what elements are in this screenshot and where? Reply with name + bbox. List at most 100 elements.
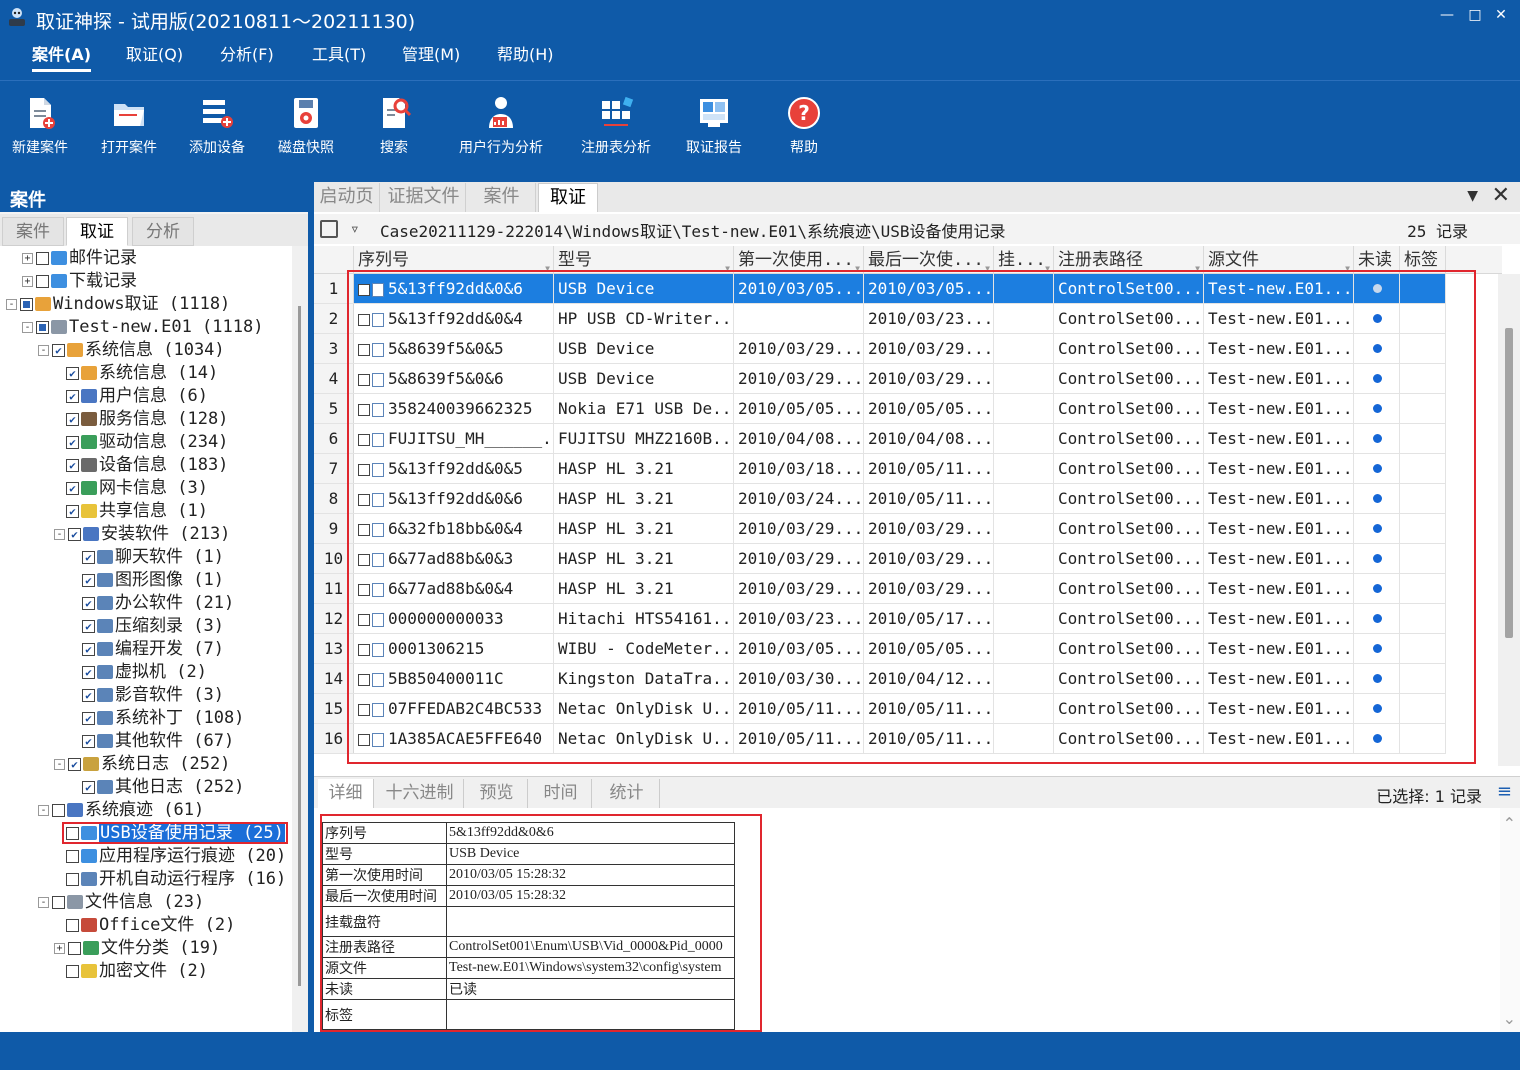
collapse-icon[interactable]: -	[54, 758, 65, 770]
tab-forensics-doc[interactable]: 取证	[538, 183, 598, 212]
tree-node[interactable]: 应用程序运行痕迹 (20)	[66, 845, 286, 867]
tree-checkbox[interactable]	[20, 297, 33, 311]
list-view-icon[interactable]: ≡	[1497, 781, 1512, 802]
tree-scrollbar[interactable]	[292, 246, 308, 1032]
menu-forensics[interactable]: 取证(Q)	[126, 44, 183, 72]
tree-checkbox[interactable]: ✔	[66, 389, 79, 403]
close-tab-icon[interactable]: ✕	[1492, 183, 1510, 208]
tree-node[interactable]: - ✔ 系统日志 (252)	[54, 753, 230, 775]
tree-checkbox[interactable]	[66, 964, 79, 978]
tree-checkbox[interactable]	[68, 941, 81, 955]
scroll-up-icon[interactable]: ⌃	[1503, 814, 1516, 833]
user-analysis-button[interactable]: 用户行为分析	[454, 95, 548, 175]
tree-node[interactable]: ✔ 共享信息 (1)	[66, 500, 208, 522]
tree-node[interactable]: 加密文件 (2)	[66, 960, 208, 982]
tab-evidence-files[interactable]: 证据文件	[382, 183, 466, 212]
disk-snapshot-button[interactable]: 磁盘快照	[272, 95, 340, 175]
tree-checkbox[interactable]	[52, 895, 65, 909]
collapse-icon[interactable]: -	[22, 321, 33, 333]
tree-node[interactable]: ✔ 用户信息 (6)	[66, 385, 208, 407]
tree-node[interactable]: - 系统痕迹 (61)	[38, 799, 204, 821]
tree-checkbox[interactable]: ✔	[82, 619, 95, 633]
expand-icon[interactable]: +	[22, 252, 33, 264]
tab-stats[interactable]: 统计	[594, 779, 660, 809]
tree-scroll-thumb[interactable]	[298, 306, 301, 986]
tree-checkbox[interactable]	[66, 849, 79, 863]
tree-checkbox[interactable]	[52, 803, 65, 817]
tree-node[interactable]: ✔ 编程开发 (7)	[82, 638, 224, 660]
export-icon[interactable]	[320, 220, 338, 238]
tree-node[interactable]: + 邮件记录	[22, 247, 137, 269]
tree-node[interactable]: ✔ 其他日志 (252)	[82, 776, 244, 798]
tree-node[interactable]: ✔ 虚拟机 (2)	[82, 661, 207, 683]
tab-hex[interactable]: 十六进制	[376, 779, 464, 809]
tree-checkbox[interactable]: ✔	[68, 757, 81, 771]
tree-node[interactable]: ✔ 压缩刻录 (3)	[82, 615, 224, 637]
tree-checkbox[interactable]: ✔	[66, 504, 79, 518]
tree-node[interactable]: + 下载记录	[22, 270, 137, 292]
tab-detail[interactable]: 详细	[318, 779, 374, 809]
tree-checkbox[interactable]	[66, 872, 79, 886]
open-case-button[interactable]: 打开案件	[96, 95, 162, 175]
tab-case[interactable]: 案件	[2, 217, 64, 246]
tree-checkbox[interactable]: ✔	[66, 412, 79, 426]
tab-list-dropdown-icon[interactable]: ▼	[1467, 188, 1478, 204]
tree-node[interactable]: ✔ 影音软件 (3)	[82, 684, 224, 706]
tree-checkbox[interactable]: ✔	[68, 527, 81, 541]
tree-node[interactable]: ✔ 服务信息 (128)	[66, 408, 228, 430]
tree-checkbox[interactable]	[66, 918, 79, 932]
tab-start-page[interactable]: 启动页	[314, 183, 380, 212]
tree-node[interactable]: ✔ 聊天软件 (1)	[82, 546, 224, 568]
tree-node[interactable]: ✔ 其他软件 (67)	[82, 730, 234, 752]
collapse-icon[interactable]: -	[38, 896, 49, 908]
tree-checkbox[interactable]: ✔	[82, 734, 95, 748]
tree-node[interactable]: ✔ 办公软件 (21)	[82, 592, 234, 614]
tree-checkbox[interactable]: ✔	[82, 573, 95, 587]
tab-analysis[interactable]: 分析	[132, 217, 194, 246]
tree-checkbox[interactable]: ✔	[82, 711, 95, 725]
grid-vertical-scrollbar[interactable]	[1498, 274, 1520, 766]
search-button[interactable]: 搜索	[368, 95, 420, 175]
tree-node[interactable]: ✔ 网卡信息 (3)	[66, 477, 208, 499]
tree-node[interactable]: - 文件信息 (23)	[38, 891, 204, 913]
new-case-button[interactable]: 新建案件	[6, 95, 74, 175]
close-icon[interactable]: ✕	[1488, 4, 1514, 26]
maximize-icon[interactable]: □	[1462, 4, 1488, 26]
tree-node[interactable]: ✔ 系统信息 (14)	[66, 362, 218, 384]
scroll-down-icon[interactable]: ⌄	[1503, 1009, 1516, 1028]
expand-icon[interactable]: +	[22, 275, 33, 287]
tree-node[interactable]: - ✔ 系统信息 (1034)	[38, 339, 225, 361]
tree-node[interactable]: ✔ 系统补丁 (108)	[82, 707, 244, 729]
tree-checkbox[interactable]: ✔	[66, 458, 79, 472]
tree-checkbox[interactable]: ✔	[82, 665, 95, 679]
tree-checkbox[interactable]: ✔	[66, 366, 79, 380]
grid-scroll-thumb[interactable]	[1505, 328, 1513, 638]
help-button[interactable]: ? 帮助	[782, 95, 826, 175]
tree-node[interactable]: ✔ 驱动信息 (234)	[66, 431, 228, 453]
tab-case-doc[interactable]: 案件	[468, 183, 536, 212]
tree-checkbox[interactable]: ✔	[82, 596, 95, 610]
tree-node[interactable]: - Test-new.E01 (1118)	[22, 316, 263, 338]
tree-node[interactable]: Office文件 (2)	[66, 914, 235, 936]
collapse-icon[interactable]: -	[38, 804, 49, 816]
registry-analysis-button[interactable]: 注册表分析	[578, 95, 654, 175]
tab-time[interactable]: 时间	[530, 779, 592, 809]
add-device-button[interactable]: 添加设备	[184, 95, 250, 175]
tree-node[interactable]: - ✔ 安装软件 (213)	[54, 523, 230, 545]
tree-checkbox[interactable]	[36, 320, 49, 334]
filter-icon[interactable]: ▿	[350, 219, 360, 238]
menu-tools[interactable]: 工具(T)	[312, 44, 366, 72]
expand-icon[interactable]: +	[54, 942, 65, 954]
tab-forensics[interactable]: 取证	[66, 217, 128, 246]
tree-node[interactable]: ✔ 图形图像 (1)	[82, 569, 224, 591]
tree-node[interactable]: ✔ 设备信息 (183)	[66, 454, 228, 476]
tree-checkbox[interactable]: ✔	[52, 343, 65, 357]
tree-checkbox[interactable]: ✔	[66, 481, 79, 495]
collapse-icon[interactable]: -	[38, 344, 49, 356]
tree-checkbox[interactable]: ✔	[82, 688, 95, 702]
menu-analysis[interactable]: 分析(F)	[220, 44, 274, 72]
collapse-icon[interactable]: -	[54, 528, 65, 540]
tree-checkbox[interactable]: ✔	[66, 435, 79, 449]
menu-manage[interactable]: 管理(M)	[402, 44, 460, 72]
menu-help[interactable]: 帮助(H)	[497, 44, 554, 72]
